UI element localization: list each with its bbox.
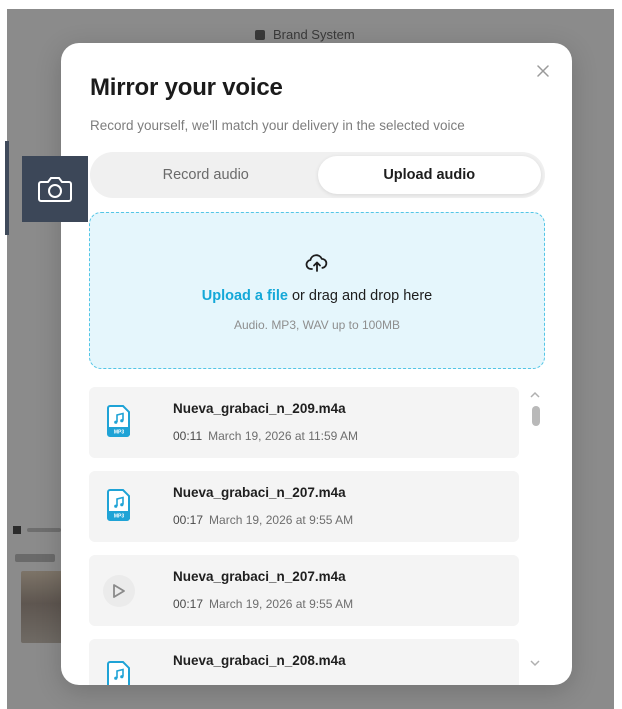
background-topbar: Brand System <box>255 27 355 42</box>
file-list-item[interactable]: Nueva_grabaci_n_208.m4a <box>89 639 519 685</box>
file-list-item[interactable]: Nueva_grabaci_n_207.m4a 00:17 March 19, … <box>89 555 519 626</box>
screenshot-tool-strip <box>5 141 9 235</box>
play-icon <box>113 584 125 598</box>
scroll-up-arrow[interactable] <box>530 391 540 399</box>
close-icon <box>537 65 549 77</box>
file-name: Nueva_grabaci_n_207.m4a <box>173 569 346 584</box>
background-section-header <box>13 525 63 535</box>
mirror-voice-dialog: Mirror your voice Record yourself, we'll… <box>61 43 572 685</box>
brand-icon <box>255 29 265 40</box>
mp3-file-icon: MP3 <box>107 489 130 521</box>
file-name: Nueva_grabaci_n_207.m4a <box>173 485 346 500</box>
scroll-down-arrow[interactable] <box>530 659 540 667</box>
dialog-title: Mirror your voice <box>90 74 283 101</box>
dropzone-instructions: Upload a file or drag and drop here <box>90 288 544 304</box>
file-name: Nueva_grabaci_n_208.m4a <box>173 653 346 668</box>
upload-dropzone[interactable]: Upload a file or drag and drop here Audi… <box>89 212 545 369</box>
cloud-upload-icon <box>305 254 328 272</box>
mp3-file-icon: MP3 <box>107 405 130 437</box>
screenshot-button[interactable] <box>22 156 88 222</box>
file-list-item[interactable]: MP3 Nueva_grabaci_n_207.m4a 00:17 March … <box>89 471 519 542</box>
play-button[interactable] <box>103 575 135 607</box>
close-button[interactable] <box>534 62 552 80</box>
mode-tabs: Record audio Upload audio <box>90 152 545 198</box>
file-duration: 00:11 <box>173 429 203 443</box>
file-meta: 00:11 March 19, 2026 at 11:59 AM <box>173 429 358 443</box>
file-list-item[interactable]: MP3 Nueva_grabaci_n_209.m4a 00:11 March … <box>89 387 519 458</box>
background-thumbnail-label <box>15 554 55 562</box>
file-duration: 00:17 <box>173 597 204 611</box>
file-meta: 00:17 March 19, 2026 at 9:55 AM <box>173 597 353 611</box>
svg-text:MP3: MP3 <box>114 513 125 519</box>
camera-icon <box>38 177 72 202</box>
file-date: March 19, 2026 at 9:55 AM <box>209 513 354 527</box>
file-meta: 00:17 March 19, 2026 at 9:55 AM <box>173 513 353 527</box>
uploaded-files-list: MP3 Nueva_grabaci_n_209.m4a 00:11 March … <box>89 387 521 685</box>
tab-upload-audio[interactable]: Upload audio <box>317 156 541 194</box>
file-date: March 19, 2026 at 9:55 AM <box>209 597 354 611</box>
file-date: March 19, 2026 at 11:59 AM <box>208 429 359 443</box>
dropzone-text: or drag and drop here <box>287 288 433 304</box>
dialog-subtitle: Record yourself, we'll match your delive… <box>90 118 465 133</box>
background-topbar-label: Brand System <box>273 27 355 42</box>
svg-text:MP3: MP3 <box>114 429 125 435</box>
file-duration: 00:17 <box>173 513 204 527</box>
tab-record-audio[interactable]: Record audio <box>94 156 318 194</box>
mp3-file-icon <box>107 661 130 685</box>
dropzone-hint: Audio. MP3, WAV up to 100MB <box>233 318 401 332</box>
file-name: Nueva_grabaci_n_209.m4a <box>173 401 346 416</box>
scrollbar-thumb[interactable] <box>532 406 540 426</box>
upload-file-link[interactable]: Upload a file <box>202 288 288 304</box>
